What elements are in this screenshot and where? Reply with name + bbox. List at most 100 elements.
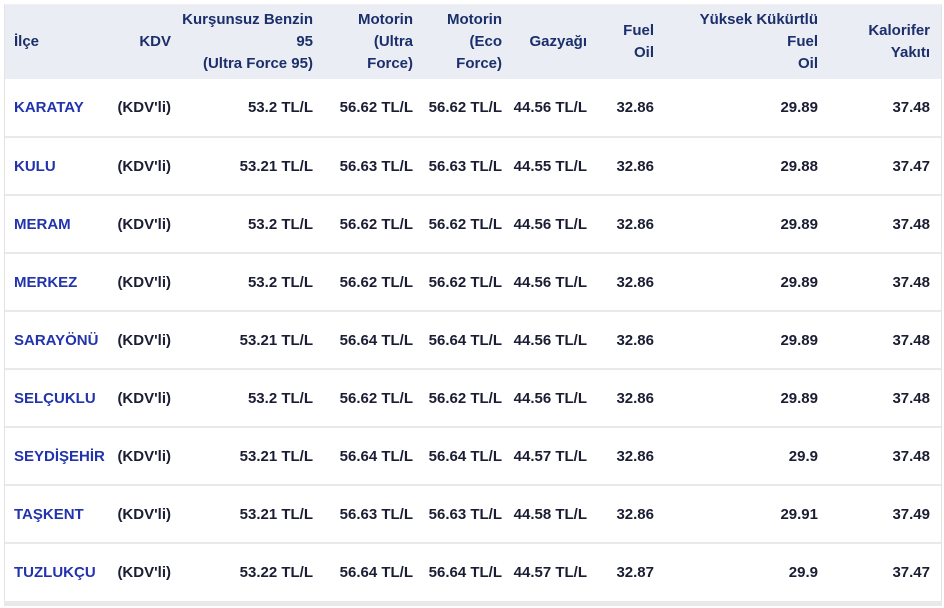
fuel-oil-cell: 32.87 xyxy=(598,543,665,601)
fuel-oil-cell: 32.86 xyxy=(598,311,665,369)
district-link[interactable]: SELÇUKLU xyxy=(14,390,96,407)
benzin95-cell: 53.2 TL/L xyxy=(182,253,324,311)
motorin-eco-cell: 56.62 TL/L xyxy=(424,79,513,137)
yuksek-fuel-oil-cell: 29.89 xyxy=(665,79,829,137)
district-cell: SELÇUKLU xyxy=(5,369,115,427)
kalorifer-cell: 37.47 xyxy=(829,543,941,601)
gazyagi-cell: 44.57 TL/L xyxy=(513,427,598,485)
yuksek-fuel-oil-cell: 29.9 xyxy=(665,427,829,485)
gazyagi-cell: 44.56 TL/L xyxy=(513,253,598,311)
kdv-cell: (KDV'li) xyxy=(115,253,182,311)
district-cell: SEYDİŞEHİR xyxy=(5,427,115,485)
motorin-ultra-cell: 56.64 TL/L xyxy=(324,543,424,601)
table-row: KARATAY (KDV'li) 53.2 TL/L 56.62 TL/L 56… xyxy=(5,79,941,137)
col-header-kdv: KDV xyxy=(115,5,182,79)
gazyagi-cell: 44.56 TL/L xyxy=(513,195,598,253)
district-link[interactable]: TAŞKENT xyxy=(14,506,84,523)
district-cell: MERKEZ xyxy=(5,253,115,311)
motorin-eco-cell: 56.63 TL/L xyxy=(424,485,513,543)
fuel-price-page: İlçe KDV Kurşunsuz Benzin 95 (Ultra Forc… xyxy=(0,0,944,608)
motorin-eco-cell: 56.62 TL/L xyxy=(424,195,513,253)
district-link[interactable]: TUZLUKÇU xyxy=(14,564,96,581)
gazyagi-cell: 44.57 TL/L xyxy=(513,543,598,601)
fuel-oil-cell: 32.86 xyxy=(598,427,665,485)
col-header-kalorifer-yakiti: Kalorifer Yakıtı xyxy=(829,5,941,79)
gazyagi-cell: 44.55 TL/L xyxy=(513,137,598,195)
fuel-oil-cell: 32.86 xyxy=(598,369,665,427)
kdv-cell: (KDV'li) xyxy=(115,543,182,601)
fuel-oil-cell: 32.86 xyxy=(598,253,665,311)
motorin-ultra-cell: 56.62 TL/L xyxy=(324,253,424,311)
yuksek-fuel-oil-cell: 29.89 xyxy=(665,195,829,253)
district-cell: SARAYÖNÜ xyxy=(5,311,115,369)
motorin-eco-cell: 56.64 TL/L xyxy=(424,427,513,485)
gazyagi-cell: 44.56 TL/L xyxy=(513,369,598,427)
fuel-prices-table-container: İlçe KDV Kurşunsuz Benzin 95 (Ultra Forc… xyxy=(4,4,942,601)
motorin-ultra-cell: 56.64 TL/L xyxy=(324,427,424,485)
benzin95-cell: 53.2 TL/L xyxy=(182,369,324,427)
district-link[interactable]: MERKEZ xyxy=(14,274,77,291)
motorin-ultra-cell: 56.62 TL/L xyxy=(324,79,424,137)
district-cell: TAŞKENT xyxy=(5,485,115,543)
district-link[interactable]: MERAM xyxy=(14,216,71,233)
district-link[interactable]: SARAYÖNÜ xyxy=(14,332,98,349)
yuksek-fuel-oil-cell: 29.89 xyxy=(665,311,829,369)
kdv-cell: (KDV'li) xyxy=(115,485,182,543)
district-cell: TUZLUKÇU xyxy=(5,543,115,601)
benzin95-cell: 53.21 TL/L xyxy=(182,137,324,195)
yuksek-fuel-oil-cell: 29.9 xyxy=(665,543,829,601)
table-row: KULU (KDV'li) 53.21 TL/L 56.63 TL/L 56.6… xyxy=(5,137,941,195)
district-link[interactable]: SEYDİŞEHİR xyxy=(14,448,105,465)
kalorifer-cell: 37.48 xyxy=(829,253,941,311)
yuksek-fuel-oil-cell: 29.88 xyxy=(665,137,829,195)
gazyagi-cell: 44.56 TL/L xyxy=(513,311,598,369)
col-header-motorin-eco-force: Motorin (Eco Force) xyxy=(424,5,513,79)
motorin-ultra-cell: 56.64 TL/L xyxy=(324,311,424,369)
kdv-cell: (KDV'li) xyxy=(115,79,182,137)
benzin95-cell: 53.2 TL/L xyxy=(182,79,324,137)
benzin95-cell: 53.21 TL/L xyxy=(182,311,324,369)
motorin-ultra-cell: 56.62 TL/L xyxy=(324,195,424,253)
kdv-cell: (KDV'li) xyxy=(115,137,182,195)
fuel-prices-table: İlçe KDV Kurşunsuz Benzin 95 (Ultra Forc… xyxy=(5,5,941,601)
kalorifer-cell: 37.48 xyxy=(829,311,941,369)
table-row: SEYDİŞEHİR (KDV'li) 53.21 TL/L 56.64 TL/… xyxy=(5,427,941,485)
district-cell: MERAM xyxy=(5,195,115,253)
motorin-eco-cell: 56.63 TL/L xyxy=(424,137,513,195)
table-row: TAŞKENT (KDV'li) 53.21 TL/L 56.63 TL/L 5… xyxy=(5,485,941,543)
table-row: MERKEZ (KDV'li) 53.2 TL/L 56.62 TL/L 56.… xyxy=(5,253,941,311)
next-row-separator xyxy=(4,601,942,606)
district-cell: KARATAY xyxy=(5,79,115,137)
district-cell: KULU xyxy=(5,137,115,195)
kdv-cell: (KDV'li) xyxy=(115,195,182,253)
district-link[interactable]: KARATAY xyxy=(14,99,84,116)
motorin-ultra-cell: 56.63 TL/L xyxy=(324,485,424,543)
motorin-ultra-cell: 56.63 TL/L xyxy=(324,137,424,195)
benzin95-cell: 53.22 TL/L xyxy=(182,543,324,601)
fuel-oil-cell: 32.86 xyxy=(598,79,665,137)
fuel-oil-cell: 32.86 xyxy=(598,195,665,253)
motorin-eco-cell: 56.64 TL/L xyxy=(424,543,513,601)
yuksek-fuel-oil-cell: 29.91 xyxy=(665,485,829,543)
benzin95-cell: 53.21 TL/L xyxy=(182,427,324,485)
kalorifer-cell: 37.48 xyxy=(829,195,941,253)
motorin-eco-cell: 56.64 TL/L xyxy=(424,311,513,369)
kalorifer-cell: 37.48 xyxy=(829,369,941,427)
motorin-eco-cell: 56.62 TL/L xyxy=(424,253,513,311)
col-header-yuksek-kukurtlu-fuel-oil: Yüksek Kükürtlü Fuel Oil xyxy=(665,5,829,79)
motorin-eco-cell: 56.62 TL/L xyxy=(424,369,513,427)
benzin95-cell: 53.2 TL/L xyxy=(182,195,324,253)
col-header-fuel-oil: Fuel Oil xyxy=(598,5,665,79)
kdv-cell: (KDV'li) xyxy=(115,369,182,427)
fuel-oil-cell: 32.86 xyxy=(598,137,665,195)
kalorifer-cell: 37.49 xyxy=(829,485,941,543)
col-header-gazyagi: Gazyağı xyxy=(513,5,598,79)
col-header-ilce: İlçe xyxy=(5,5,115,79)
kalorifer-cell: 37.48 xyxy=(829,79,941,137)
col-header-motorin-ultra-force: Motorin (Ultra Force) xyxy=(324,5,424,79)
kalorifer-cell: 37.48 xyxy=(829,427,941,485)
header-row: İlçe KDV Kurşunsuz Benzin 95 (Ultra Forc… xyxy=(5,5,941,79)
table-row: SELÇUKLU (KDV'li) 53.2 TL/L 56.62 TL/L 5… xyxy=(5,369,941,427)
district-link[interactable]: KULU xyxy=(14,158,56,175)
benzin95-cell: 53.21 TL/L xyxy=(182,485,324,543)
